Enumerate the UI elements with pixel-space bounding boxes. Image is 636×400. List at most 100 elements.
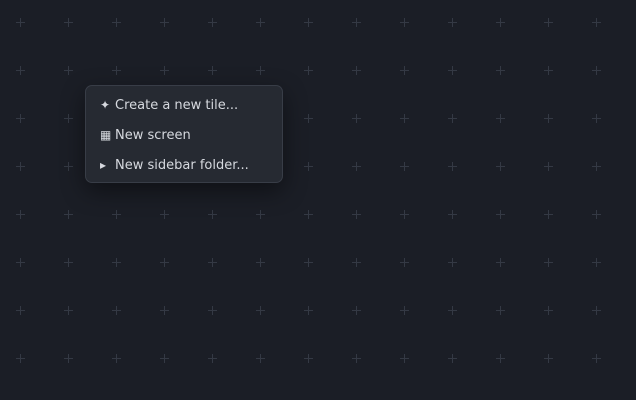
grid-plus-mark	[592, 66, 601, 75]
grid-plus-mark	[160, 18, 169, 27]
grid-plus-mark	[544, 162, 553, 171]
grid-plus-mark	[400, 258, 409, 267]
grid-plus-mark	[160, 306, 169, 315]
grid-plus-mark	[208, 306, 217, 315]
grid-plus-mark	[16, 114, 25, 123]
grid-plus-mark	[64, 306, 73, 315]
grid-plus-mark	[304, 210, 313, 219]
grid-plus-mark	[352, 162, 361, 171]
grid-plus-mark	[544, 66, 553, 75]
grid-plus-mark	[352, 258, 361, 267]
grid-plus-mark	[544, 18, 553, 27]
grid-plus-mark	[304, 306, 313, 315]
grid-plus-mark	[64, 18, 73, 27]
grid-plus-mark	[352, 66, 361, 75]
grid-plus-mark	[112, 18, 121, 27]
grid-plus-mark	[304, 66, 313, 75]
menu-item-label: Create a new tile...	[115, 97, 239, 113]
grid-plus-mark	[496, 114, 505, 123]
grid-plus-mark	[304, 114, 313, 123]
grid-plus-mark	[16, 66, 25, 75]
grid-plus-mark	[64, 210, 73, 219]
menu-item-new-sidebar-folder[interactable]: ▸ New sidebar folder...	[86, 150, 282, 180]
grid-plus-mark	[64, 162, 73, 171]
grid-plus-mark	[544, 114, 553, 123]
grid-plus-mark	[16, 258, 25, 267]
grid-plus-mark	[592, 210, 601, 219]
grid-plus-mark	[16, 18, 25, 27]
grid-plus-mark	[304, 18, 313, 27]
menu-item-label: New sidebar folder...	[115, 157, 249, 173]
grid-plus-mark	[496, 354, 505, 363]
grid-plus-mark	[592, 354, 601, 363]
grid-plus-mark	[64, 66, 73, 75]
grid-plus-mark	[496, 258, 505, 267]
grid-plus-mark	[256, 306, 265, 315]
grid-plus-mark	[208, 210, 217, 219]
menu-item-label: New screen	[115, 127, 191, 143]
grid-plus-mark	[352, 18, 361, 27]
grid-plus-mark	[400, 354, 409, 363]
grid-plus-mark	[160, 354, 169, 363]
sparkle-icon: ✦	[100, 98, 111, 112]
grid-plus-mark	[304, 162, 313, 171]
grid-plus-mark	[64, 114, 73, 123]
grid-plus-mark	[496, 210, 505, 219]
grid-plus-mark	[592, 306, 601, 315]
grid-plus-mark	[592, 18, 601, 27]
grid-plus-mark	[352, 210, 361, 219]
grid-plus-mark	[304, 258, 313, 267]
grid-plus-mark	[16, 306, 25, 315]
grid-plus-mark	[448, 18, 457, 27]
grid-plus-mark	[496, 162, 505, 171]
grid-plus-mark	[256, 18, 265, 27]
grid-plus-mark	[544, 258, 553, 267]
grid-plus-mark	[352, 114, 361, 123]
grid-plus-mark	[592, 114, 601, 123]
grid-plus-mark	[448, 114, 457, 123]
grid-plus-mark	[112, 210, 121, 219]
grid-plus-mark	[448, 210, 457, 219]
grid-plus-mark	[400, 210, 409, 219]
grid-plus-mark	[544, 306, 553, 315]
grid-plus-mark	[544, 210, 553, 219]
grid-plus-mark	[304, 354, 313, 363]
grid-plus-mark	[208, 258, 217, 267]
grid-plus-mark	[400, 162, 409, 171]
grid-plus-mark	[208, 354, 217, 363]
grid-plus-mark	[112, 66, 121, 75]
grid-plus-mark	[16, 210, 25, 219]
grid-plus-mark	[160, 66, 169, 75]
grid-plus-mark	[448, 66, 457, 75]
grid-plus-mark	[496, 18, 505, 27]
grid-plus-mark	[16, 354, 25, 363]
grid-plus-mark	[64, 258, 73, 267]
grid-plus-mark	[400, 66, 409, 75]
grid-plus-mark	[256, 66, 265, 75]
grid-plus-mark	[496, 66, 505, 75]
grid-icon: ▦	[100, 128, 112, 142]
grid-plus-mark	[160, 258, 169, 267]
triangle-right-icon: ▸	[100, 158, 107, 172]
grid-plus-mark	[592, 162, 601, 171]
grid-plus-mark	[160, 210, 169, 219]
grid-plus-mark	[256, 258, 265, 267]
grid-plus-mark	[64, 354, 73, 363]
grid-plus-mark	[256, 354, 265, 363]
grid-plus-mark	[112, 258, 121, 267]
grid-plus-mark	[448, 258, 457, 267]
grid-plus-mark	[448, 354, 457, 363]
grid-plus-mark	[112, 354, 121, 363]
grid-plus-mark	[352, 306, 361, 315]
grid-plus-mark	[112, 306, 121, 315]
context-menu: ✦ Create a new tile... ▦ New screen ▸ Ne…	[85, 85, 283, 183]
grid-plus-mark	[400, 306, 409, 315]
grid-plus-mark	[208, 66, 217, 75]
menu-item-create-tile[interactable]: ✦ Create a new tile...	[86, 90, 282, 120]
grid-plus-mark	[448, 306, 457, 315]
workspace-canvas[interactable]	[0, 0, 636, 400]
menu-item-new-screen[interactable]: ▦ New screen	[86, 120, 282, 150]
grid-plus-mark	[544, 354, 553, 363]
grid-plus-mark	[592, 258, 601, 267]
grid-plus-mark	[352, 354, 361, 363]
